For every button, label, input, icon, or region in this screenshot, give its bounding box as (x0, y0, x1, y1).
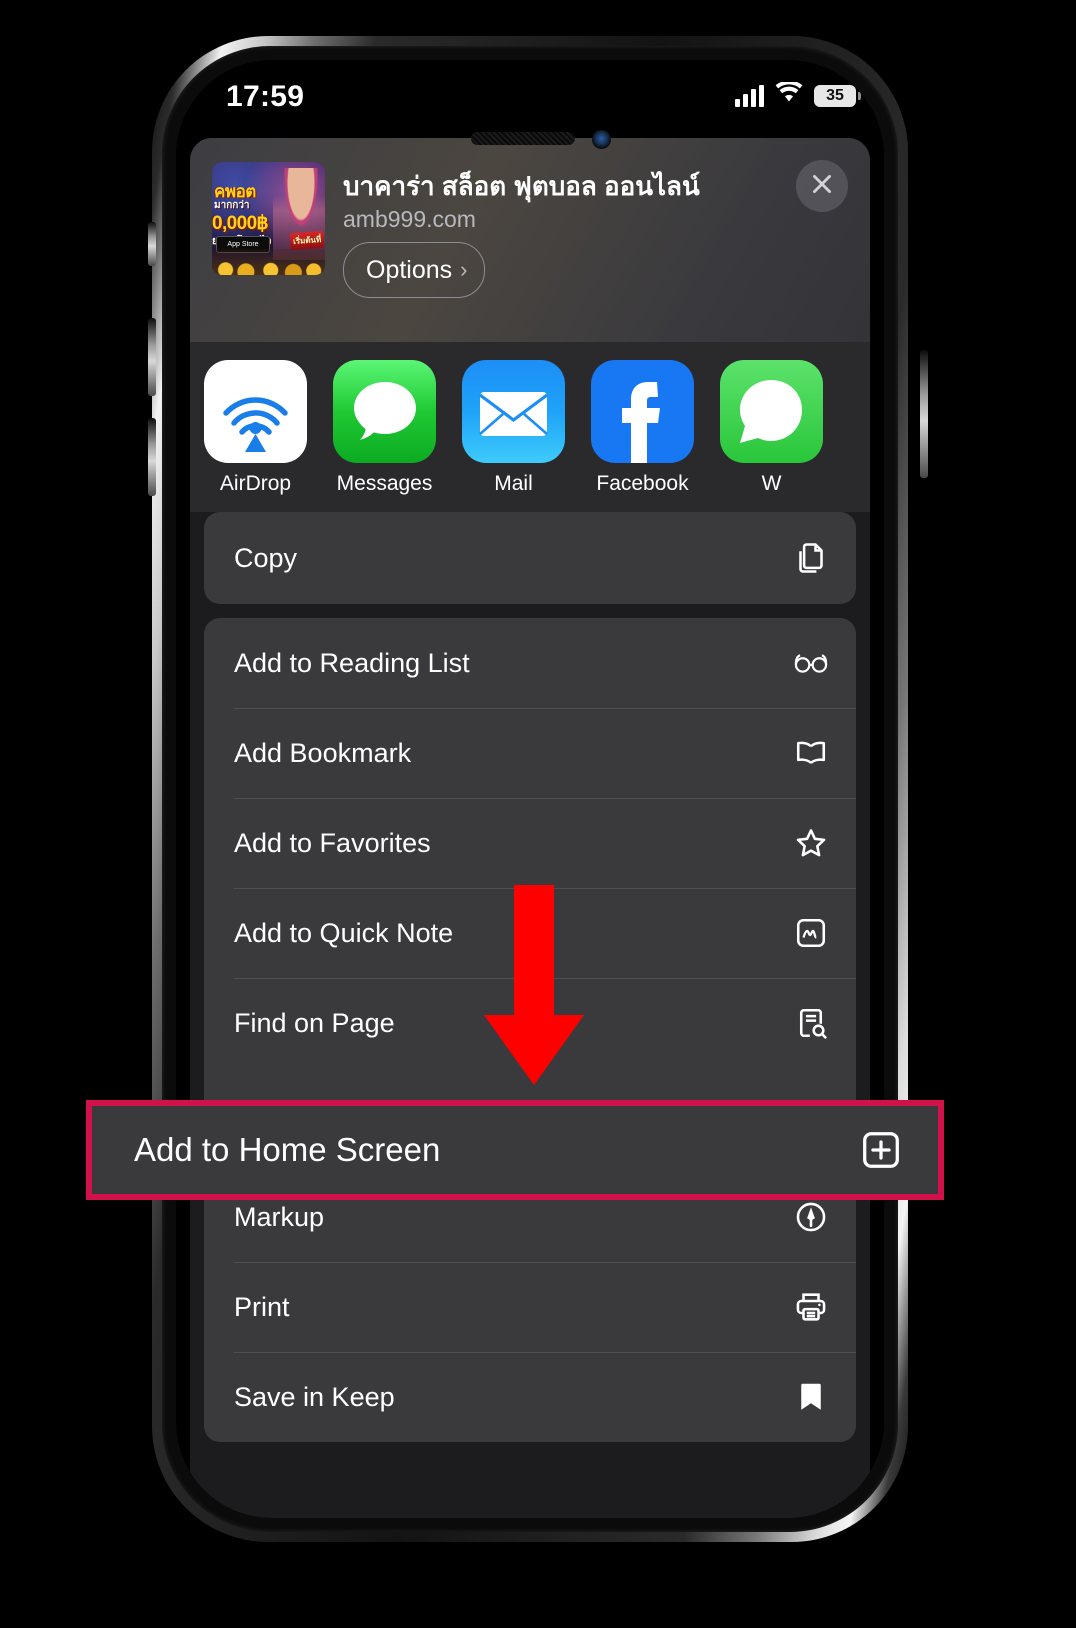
share-sheet: คพอต มากกว่า 0,000฿ ยถอนโคตรไว เริ่มต้นท… (190, 138, 870, 1518)
front-camera-icon (592, 130, 611, 149)
action-row-add-to-reading-list[interactable]: Add to Reading List (204, 618, 856, 708)
power-button[interactable] (920, 350, 928, 478)
share-target-whatsapp[interactable]: W (720, 360, 823, 496)
action-row-copy[interactable]: Copy (204, 512, 856, 604)
action-row-add-to-favorites[interactable]: Add to Favorites (204, 798, 856, 888)
action-row-add-bookmark[interactable]: Add Bookmark (204, 708, 856, 798)
thumbnail-badge: เริ่มต้นที่ (289, 230, 325, 251)
mail-icon (462, 360, 565, 463)
page-title: บาคาร่า สล็อต ฟุตบอล ออนไลน์ (343, 171, 700, 201)
thumbnail-coins (212, 249, 325, 275)
whatsapp-icon (720, 360, 823, 463)
share-target-label: Facebook (596, 472, 689, 495)
silent-switch[interactable] (148, 222, 156, 266)
thumbnail-line2: มากกว่า (214, 200, 250, 211)
notch (380, 60, 680, 118)
action-label: Print (234, 1291, 290, 1322)
close-icon (809, 171, 835, 202)
highlighted-action-label: Add to Home Screen (134, 1131, 441, 1168)
close-button[interactable] (796, 160, 848, 212)
volume-down-button[interactable] (148, 418, 156, 496)
share-target-label: Mail (494, 472, 533, 495)
volume-up-button[interactable] (148, 318, 156, 396)
book-icon (792, 734, 830, 772)
share-target-label: W (761, 472, 782, 495)
share-target-messages[interactable]: Messages (333, 360, 436, 496)
action-label: Find on Page (234, 1007, 395, 1038)
action-label: Add Bookmark (234, 737, 412, 768)
share-target-facebook[interactable]: Facebook (591, 360, 694, 496)
find-on-page-icon (792, 1004, 830, 1042)
facebook-icon (591, 360, 694, 463)
copy-section: Copy (204, 512, 856, 604)
cellular-bars-icon (735, 84, 764, 107)
action-row-print[interactable]: Print (204, 1262, 856, 1352)
share-target-airdrop[interactable]: AirDrop (204, 360, 307, 496)
page-url: amb999.com (343, 206, 476, 232)
wifi-icon (775, 80, 803, 109)
annotation-arrow-down-icon (484, 885, 584, 1085)
screenshot-canvas: 17:59 35 คพอต มากกว่า 0,000฿ เริ่มต้นที่… (0, 0, 1076, 1628)
share-target-label: AirDrop (219, 472, 292, 495)
action-label: Save in Keep (234, 1381, 395, 1412)
share-target-label: Messages (336, 472, 433, 495)
messages-icon (333, 360, 436, 463)
star-icon (792, 824, 830, 862)
options-button[interactable]: Options › (343, 242, 485, 298)
action-label: Copy (234, 542, 298, 573)
copy-documents-icon (792, 539, 830, 577)
tools-section: Markup Print Save in Keep (204, 1172, 856, 1442)
share-targets-row[interactable]: AirDrop Messages Mail Facebook W (190, 342, 870, 512)
airdrop-icon (204, 360, 307, 463)
earpiece-speaker-icon (471, 132, 575, 145)
bookmark-filled-icon (792, 1378, 830, 1416)
printer-icon (792, 1288, 830, 1326)
quick-note-icon (792, 914, 830, 952)
status-bar-indicators: 35 (735, 80, 861, 109)
share-sheet-header: คพอต มากกว่า 0,000฿ ยถอนโคตรไว เริ่มต้นท… (190, 138, 870, 342)
plus-square-icon (858, 1127, 904, 1173)
action-label: Add to Reading List (234, 647, 470, 678)
battery-level: 35 (826, 86, 844, 104)
markup-pen-icon (792, 1198, 830, 1236)
share-target-mail[interactable]: Mail (462, 360, 565, 496)
status-bar-time: 17:59 (226, 80, 305, 113)
glasses-icon (792, 644, 830, 682)
action-row-save-in-keep[interactable]: Save in Keep (204, 1352, 856, 1442)
battery-icon: 35 (814, 84, 861, 107)
page-thumbnail: คพอต มากกว่า 0,000฿ ยถอนโคตรไว เริ่มต้นท… (212, 162, 325, 275)
action-label: Markup (234, 1201, 325, 1232)
options-button-label: Options (366, 255, 453, 284)
thumbnail-line3: 0,000฿ (212, 213, 269, 234)
action-label: Add to Quick Note (234, 917, 454, 948)
phone-screen: 17:59 35 คพอต มากกว่า 0,000฿ เริ่มต้นที่… (176, 60, 884, 1518)
chevron-right-icon: › (460, 257, 468, 282)
action-label: Add to Favorites (234, 827, 431, 858)
highlighted-action-add-to-home-screen[interactable]: Add to Home Screen (86, 1100, 944, 1200)
